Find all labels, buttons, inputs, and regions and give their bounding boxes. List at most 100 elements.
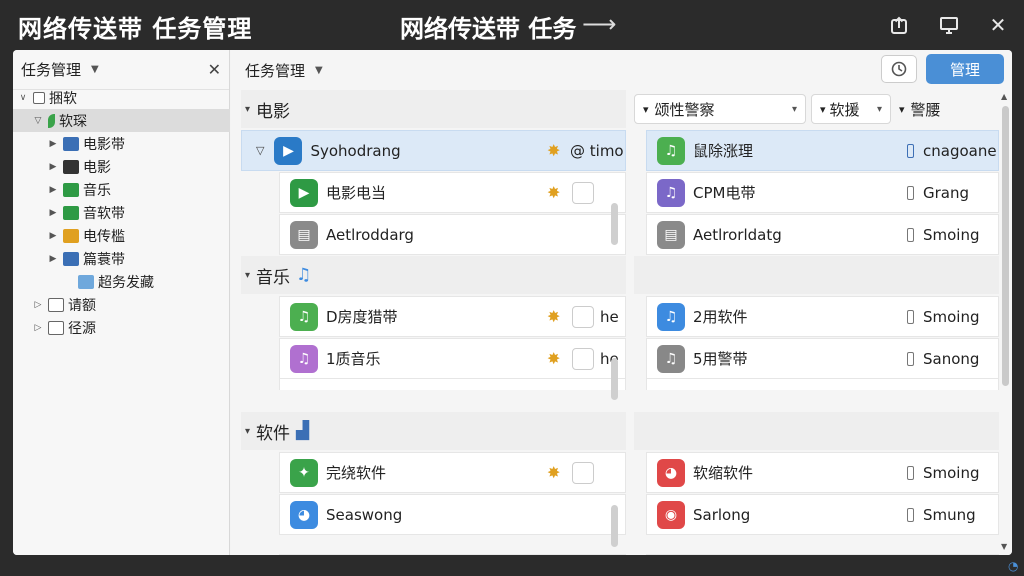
tree-item[interactable]: ▶ 电影 xyxy=(13,155,230,178)
app-title: 网络传送带 任务管理 xyxy=(18,15,253,43)
row-twisty-icon[interactable]: ▽ xyxy=(256,144,264,157)
task-row[interactable]: ▽ ▶ Syohodrang ✸ @ timo xyxy=(241,130,626,171)
section-header[interactable]: ▾ 音乐 ♫ xyxy=(241,256,626,294)
gear-icon[interactable]: ✸ xyxy=(547,183,560,202)
chevron-down-icon[interactable]: ▼ xyxy=(91,64,99,75)
close-panel-button[interactable]: ✕ xyxy=(208,60,221,79)
row-checkbox[interactable] xyxy=(572,182,594,204)
row-checkbox[interactable] xyxy=(572,462,594,484)
tree-item-label: 捆软 xyxy=(49,90,77,107)
tree-item[interactable]: 超务发藏 xyxy=(13,270,230,293)
music-icon: ♫ xyxy=(657,302,685,331)
folder-icon xyxy=(78,274,94,289)
main-window: 任务管理 ▼ ✕ ∨ 捆软 ▽ 软琛 ▶ 电影带 ▶ 电影 ▶ 音乐 ▶ 音软带 ▶ 电传槛 ▶ 篇蓑带 超务发… xyxy=(13,50,1012,555)
tree-item-label: 电传槛 xyxy=(83,228,125,245)
resize-grip-icon[interactable]: ◔ xyxy=(1008,559,1024,576)
close-window-button[interactable]: ✕ xyxy=(985,12,1011,38)
scrollbar-thumb[interactable] xyxy=(1002,106,1009,386)
section-scrollbar-thumb[interactable] xyxy=(611,505,618,547)
task-name: 1质音乐 xyxy=(326,350,381,368)
tree-item[interactable]: ▽ 软琛 xyxy=(13,109,230,132)
filter-prefix: ▾ xyxy=(820,102,826,116)
task-row-right[interactable]: ♫ 鼠除涨理 cnagoane xyxy=(646,130,999,171)
row-checkbox[interactable] xyxy=(572,348,594,370)
task-row[interactable]: ✦ 完绕软件 ✸ xyxy=(279,452,626,493)
tree-item[interactable]: ▶ 电传槛 xyxy=(13,224,230,247)
task-row-right[interactable]: ◕ 软缩软件 Smoing xyxy=(646,452,999,493)
gear-icon[interactable]: ✸ xyxy=(547,463,560,482)
gear-icon[interactable]: ✸ xyxy=(547,349,560,368)
window-title: 网络传送带 任务 xyxy=(400,15,577,43)
task-name: CPM电带 xyxy=(693,184,756,202)
tree-twisty-icon[interactable]: ▶ xyxy=(47,208,59,218)
tree-twisty-icon[interactable]: ∨ xyxy=(17,93,29,103)
section-caret-icon[interactable]: ▾ xyxy=(245,270,250,281)
task-tree: ∨ 捆软 ▽ 软琛 ▶ 电影带 ▶ 电影 ▶ 音乐 ▶ 音软带 ▶ 电传槛 ▶ 篇蓑带 超务发藏 ▷ 请额 ▷ 径源 xyxy=(13,86,230,339)
device-icon xyxy=(907,508,914,522)
scroll-down-icon[interactable]: ▼ xyxy=(1001,542,1007,551)
task-row[interactable]: ◕ Seaswong xyxy=(279,494,626,535)
device-icon xyxy=(907,352,914,366)
tree-twisty-icon[interactable]: ▽ xyxy=(32,116,44,126)
section-header[interactable]: ▾ 电影 xyxy=(241,90,626,128)
task-row[interactable]: ▶ 电影电当 ✸ xyxy=(279,172,626,213)
tree-item[interactable]: ▶ 音乐 xyxy=(13,178,230,201)
filter-select-2[interactable]: ▾ 软援 ▾ xyxy=(811,94,891,124)
task-row-partial[interactable] xyxy=(646,554,999,555)
tree-twisty-icon[interactable]: ▶ xyxy=(47,162,59,172)
section-scrollbar-thumb[interactable] xyxy=(611,358,618,400)
section-caret-icon[interactable]: ▾ xyxy=(245,426,250,437)
task-status-text: @ timo xyxy=(570,142,624,160)
list-icon xyxy=(48,297,64,312)
vertical-scrollbar[interactable]: ▲ ▼ xyxy=(1001,90,1010,555)
chevron-down-icon[interactable]: ▼ xyxy=(315,65,323,76)
monitor-button[interactable] xyxy=(936,12,962,38)
task-row-partial[interactable] xyxy=(279,378,626,390)
share-box-button[interactable] xyxy=(886,12,912,38)
device-name: Smoing xyxy=(923,464,980,482)
tree-item[interactable]: ▷ 径源 xyxy=(13,316,230,339)
scroll-up-icon[interactable]: ▲ xyxy=(1001,92,1007,101)
filter-select-3[interactable]: ▾ 警腰 xyxy=(899,94,941,124)
tree-item[interactable]: ▶ 篇蓑带 xyxy=(13,247,230,270)
device-name: Smoing xyxy=(923,226,980,244)
right-panel-title: 任务管理 xyxy=(245,61,306,80)
gear-icon[interactable]: ✸ xyxy=(547,307,560,326)
folder-icon xyxy=(63,228,79,243)
music-icon: ♫ xyxy=(657,136,685,165)
task-row-partial[interactable] xyxy=(279,554,626,555)
manage-button[interactable]: 管理 xyxy=(926,54,1004,84)
filter-select-1[interactable]: ▾ 颂性警察 ▾ xyxy=(634,94,806,124)
tree-twisty-icon[interactable]: ▶ xyxy=(47,139,59,149)
tree-item[interactable]: ∨ 捆软 xyxy=(13,86,230,109)
tree-twisty-icon[interactable]: ▶ xyxy=(47,231,59,241)
task-row-right[interactable]: ♫ CPM电带 Grang xyxy=(646,172,999,213)
task-row[interactable]: ▤ Aetlroddarg xyxy=(279,214,626,255)
tree-twisty-icon[interactable]: ▶ xyxy=(47,254,59,264)
history-button[interactable] xyxy=(881,55,917,83)
task-row-right[interactable]: ♫ 2用软件 Smoing xyxy=(646,296,999,337)
tree-item[interactable]: ▷ 请额 xyxy=(13,293,230,316)
task-row-right[interactable]: ◉ Sarlong Smung xyxy=(646,494,999,535)
app-icon: ✦ xyxy=(290,458,318,487)
device-name: Sanong xyxy=(923,350,980,368)
tree-twisty-icon[interactable]: ▷ xyxy=(32,300,44,310)
device-icon xyxy=(907,466,914,480)
row-checkbox[interactable] xyxy=(572,306,594,328)
tree-item[interactable]: ▶ 电影带 xyxy=(13,132,230,155)
checkbox-icon xyxy=(33,91,45,104)
left-panel-header: 任务管理 ▼ ✕ xyxy=(13,50,229,90)
section-caret-icon[interactable]: ▾ xyxy=(245,104,250,115)
device-icon xyxy=(907,310,914,324)
gear-icon[interactable]: ✸ xyxy=(547,141,560,160)
task-row-right[interactable]: ♫ 5用警带 Sanong xyxy=(646,338,999,379)
section-scrollbar-thumb[interactable] xyxy=(611,203,618,245)
tree-twisty-icon[interactable]: ▷ xyxy=(32,323,44,333)
task-row-partial[interactable] xyxy=(646,378,999,390)
task-row[interactable]: ♫ 1质音乐 ✸ he xyxy=(279,338,626,379)
tree-twisty-icon[interactable]: ▶ xyxy=(47,185,59,195)
task-row-right[interactable]: ▤ Aetlrorldatg Smoing xyxy=(646,214,999,255)
task-row[interactable]: ♫ D房度猎带 ✸ he xyxy=(279,296,626,337)
tree-item[interactable]: ▶ 音软带 xyxy=(13,201,230,224)
section-header[interactable]: ▾ 软件 ▟ xyxy=(241,412,626,450)
